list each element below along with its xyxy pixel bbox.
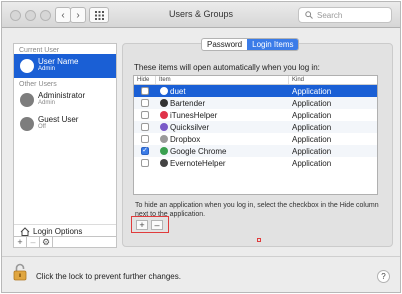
help-button[interactable]: ? xyxy=(377,270,390,283)
hide-checkbox[interactable] xyxy=(141,87,149,95)
current-user-header: Current User xyxy=(19,47,60,54)
item-name: iTunesHelper xyxy=(170,110,218,120)
hide-checkbox-cell xyxy=(134,135,156,143)
add-login-item-button[interactable]: + xyxy=(136,220,148,230)
login-options-label: Login Options xyxy=(33,226,83,236)
item-name: duet xyxy=(170,86,186,96)
item-kind: Application xyxy=(292,134,332,144)
item-cell: Dropbox xyxy=(156,135,289,144)
user-role: Off xyxy=(38,124,46,130)
remove-login-item-button[interactable]: – xyxy=(151,220,163,230)
table-row[interactable]: Quicksilver Application xyxy=(134,121,377,133)
search-placeholder: Search xyxy=(317,10,343,20)
hide-checkbox-cell xyxy=(134,87,156,95)
item-cell: Google Chrome xyxy=(156,147,289,156)
table-row[interactable]: Bartender Application xyxy=(134,97,377,109)
user-name: Guest User xyxy=(38,115,79,124)
duet-icon xyxy=(160,87,168,95)
hide-checkbox[interactable] xyxy=(141,99,149,107)
title-bar: ‹ › Users & Groups Search xyxy=(2,2,400,28)
window: ‹ › Users & Groups Search Current User U… xyxy=(1,1,401,293)
hide-checkbox-cell xyxy=(134,99,156,107)
hide-checkbox-cell: ✓ xyxy=(134,147,156,155)
chrome-icon xyxy=(160,147,168,155)
lock-icon[interactable] xyxy=(13,263,27,281)
table-body: duet Application Bartender Application iTune… xyxy=(134,85,377,169)
tab-login-items[interactable]: Login Items xyxy=(247,39,299,50)
users-sidebar: Current User User Name Admin Other Users… xyxy=(13,43,117,248)
avatar xyxy=(20,117,34,131)
annotation-marker xyxy=(257,238,261,242)
user-role: Admin xyxy=(38,100,56,106)
sidebar-toolbar: + – ⚙ xyxy=(14,236,116,247)
hide-hint-text: To hide an application when you log in, … xyxy=(135,202,379,218)
evernote-icon xyxy=(160,159,168,167)
tab-password[interactable]: Password xyxy=(202,39,247,50)
column-header-hide[interactable]: Hide xyxy=(134,76,156,84)
table-row[interactable]: Dropbox Application xyxy=(134,133,377,145)
item-name: Dropbox xyxy=(170,134,201,144)
gear-icon[interactable]: ⚙ xyxy=(40,237,53,247)
user-name: Administrator xyxy=(38,91,86,100)
add-remove-highlight: + – xyxy=(131,216,169,233)
house-icon xyxy=(20,226,30,236)
table-row[interactable]: duet Application xyxy=(134,85,377,97)
lock-text: Click the lock to prevent further change… xyxy=(36,272,181,281)
user-role: Admin xyxy=(38,66,56,72)
item-cell: Bartender xyxy=(156,99,289,108)
avatar xyxy=(20,93,34,107)
add-user-button[interactable]: + xyxy=(14,237,27,247)
login-items-description: These items will open automatically when… xyxy=(134,63,320,72)
bartender-icon xyxy=(160,99,168,107)
other-users-header: Other Users xyxy=(19,81,57,88)
sidebar-item-administrator[interactable]: Administrator Admin xyxy=(14,88,116,112)
table-row[interactable]: ✓ Google Chrome Application xyxy=(134,145,377,157)
quicksilver-icon xyxy=(160,123,168,131)
item-cell: EvernoteHelper xyxy=(156,159,289,168)
hide-checkbox[interactable] xyxy=(141,159,149,167)
search-input[interactable]: Search xyxy=(298,7,392,23)
sidebar-item-guest-user[interactable]: Guest User Off xyxy=(14,112,116,136)
item-kind: Application xyxy=(292,158,332,168)
item-kind: Application xyxy=(292,98,332,108)
item-name: Quicksilver xyxy=(170,122,210,132)
table-row[interactable]: iTunesHelper Application xyxy=(134,109,377,121)
hide-checkbox-cell xyxy=(134,159,156,167)
item-kind: Application xyxy=(292,146,332,156)
search-icon xyxy=(305,11,313,19)
item-kind: Application xyxy=(292,122,332,132)
item-cell: duet xyxy=(156,87,289,96)
hide-checkbox[interactable]: ✓ xyxy=(141,147,149,155)
table-header: Hide Item Kind xyxy=(134,76,377,85)
item-cell: iTunesHelper xyxy=(156,111,289,120)
hide-checkbox[interactable] xyxy=(141,123,149,131)
dropbox-icon xyxy=(160,135,168,143)
sidebar-item-current-user[interactable]: User Name Admin xyxy=(14,54,116,78)
login-items-table: Hide Item Kind duet Application Bartender A… xyxy=(133,75,378,195)
user-name: User Name xyxy=(38,57,79,66)
item-name: EvernoteHelper xyxy=(170,158,226,168)
avatar xyxy=(20,59,34,73)
hide-checkbox-cell xyxy=(134,123,156,131)
hide-checkbox[interactable] xyxy=(141,135,149,143)
table-row[interactable]: EvernoteHelper Application xyxy=(134,157,377,169)
item-cell: Quicksilver xyxy=(156,123,289,132)
hide-checkbox[interactable] xyxy=(141,111,149,119)
item-kind: Application xyxy=(292,86,332,96)
item-name: Bartender xyxy=(170,98,206,108)
column-header-item[interactable]: Item xyxy=(156,76,289,84)
item-kind: Application xyxy=(292,110,332,120)
remove-user-button[interactable]: – xyxy=(27,237,40,247)
itunes-icon xyxy=(160,111,168,119)
hide-checkbox-cell xyxy=(134,111,156,119)
item-name: Google Chrome xyxy=(170,146,227,156)
column-header-kind[interactable]: Kind xyxy=(289,76,377,84)
tab-bar: Password Login Items xyxy=(201,38,300,51)
